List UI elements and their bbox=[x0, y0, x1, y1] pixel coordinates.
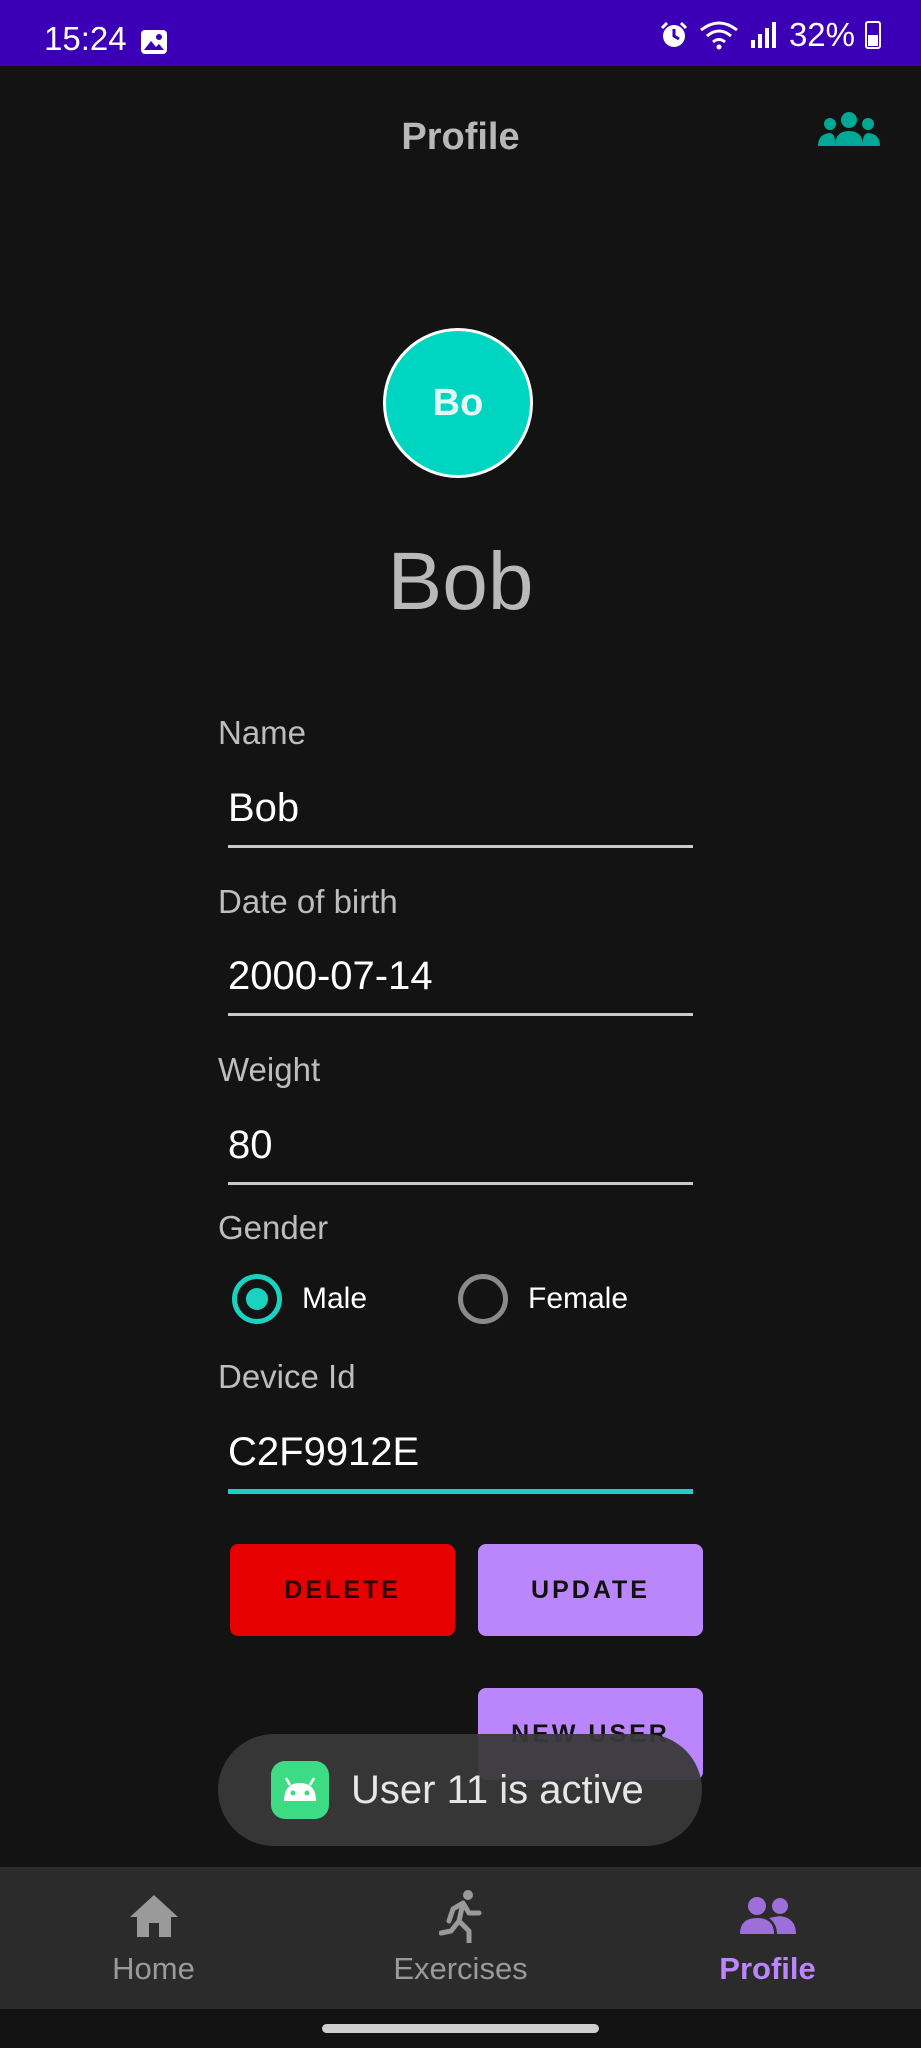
gender-label: Gender bbox=[218, 1209, 329, 1246]
gender-radio-male[interactable]: Male bbox=[232, 1273, 367, 1325]
nav-item-exercises[interactable]: Exercises bbox=[307, 1867, 614, 2009]
users-icon[interactable] bbox=[816, 110, 882, 150]
toast: User 11 is active bbox=[218, 1734, 702, 1846]
weight-label: Weight bbox=[218, 1051, 321, 1088]
avatar: Bo bbox=[383, 328, 533, 478]
running-icon bbox=[438, 1890, 483, 1943]
weight-field[interactable]: 80 bbox=[228, 1123, 693, 1185]
name-label: Name bbox=[218, 714, 307, 751]
android-icon bbox=[271, 1761, 329, 1819]
profile-display-name: Bob bbox=[387, 536, 534, 627]
device-id-field[interactable]: C2F9912E bbox=[228, 1430, 693, 1494]
battery-percent: 32% bbox=[788, 16, 855, 53]
people-icon bbox=[739, 1891, 797, 1941]
status-bar: 15:24 32% bbox=[0, 0, 921, 66]
gender-radio-female[interactable]: Female bbox=[458, 1273, 628, 1325]
delete-button[interactable]: DELETE bbox=[230, 1544, 455, 1636]
radio-label-male: Male bbox=[302, 1282, 368, 1315]
update-button[interactable]: UPDATE bbox=[478, 1544, 703, 1636]
page-title: Profile bbox=[401, 116, 520, 158]
status-icons: 32% bbox=[659, 16, 881, 53]
nav-item-profile[interactable]: Profile bbox=[614, 1867, 921, 2009]
name-field[interactable]: Bob bbox=[228, 786, 693, 848]
radio-unchecked-icon bbox=[458, 1274, 508, 1324]
battery-icon bbox=[865, 21, 881, 49]
home-icon bbox=[128, 1891, 180, 1941]
nav-label-exercises: Exercises bbox=[393, 1951, 528, 1986]
app-bar: Profile bbox=[0, 66, 921, 211]
signal-icon bbox=[750, 22, 776, 48]
radio-label-female: Female bbox=[528, 1282, 629, 1315]
nav-label-home: Home bbox=[112, 1951, 195, 1986]
gallery-icon bbox=[141, 30, 167, 54]
toast-message: User 11 is active bbox=[351, 1767, 644, 1812]
radio-checked-icon bbox=[232, 1274, 282, 1324]
nav-label-profile: Profile bbox=[719, 1951, 816, 1986]
alarm-icon bbox=[660, 21, 687, 47]
nav-item-home[interactable]: Home bbox=[0, 1867, 307, 2009]
wifi-icon bbox=[700, 21, 738, 50]
device-id-label: Device Id bbox=[218, 1358, 356, 1395]
status-time: 15:24 bbox=[44, 20, 127, 57]
dob-label: Date of birth bbox=[218, 883, 398, 920]
dob-field[interactable]: 2000-07-14 bbox=[228, 954, 693, 1016]
home-indicator[interactable] bbox=[322, 2024, 599, 2033]
bottom-nav: Home Exercises Profile bbox=[0, 1867, 921, 2009]
